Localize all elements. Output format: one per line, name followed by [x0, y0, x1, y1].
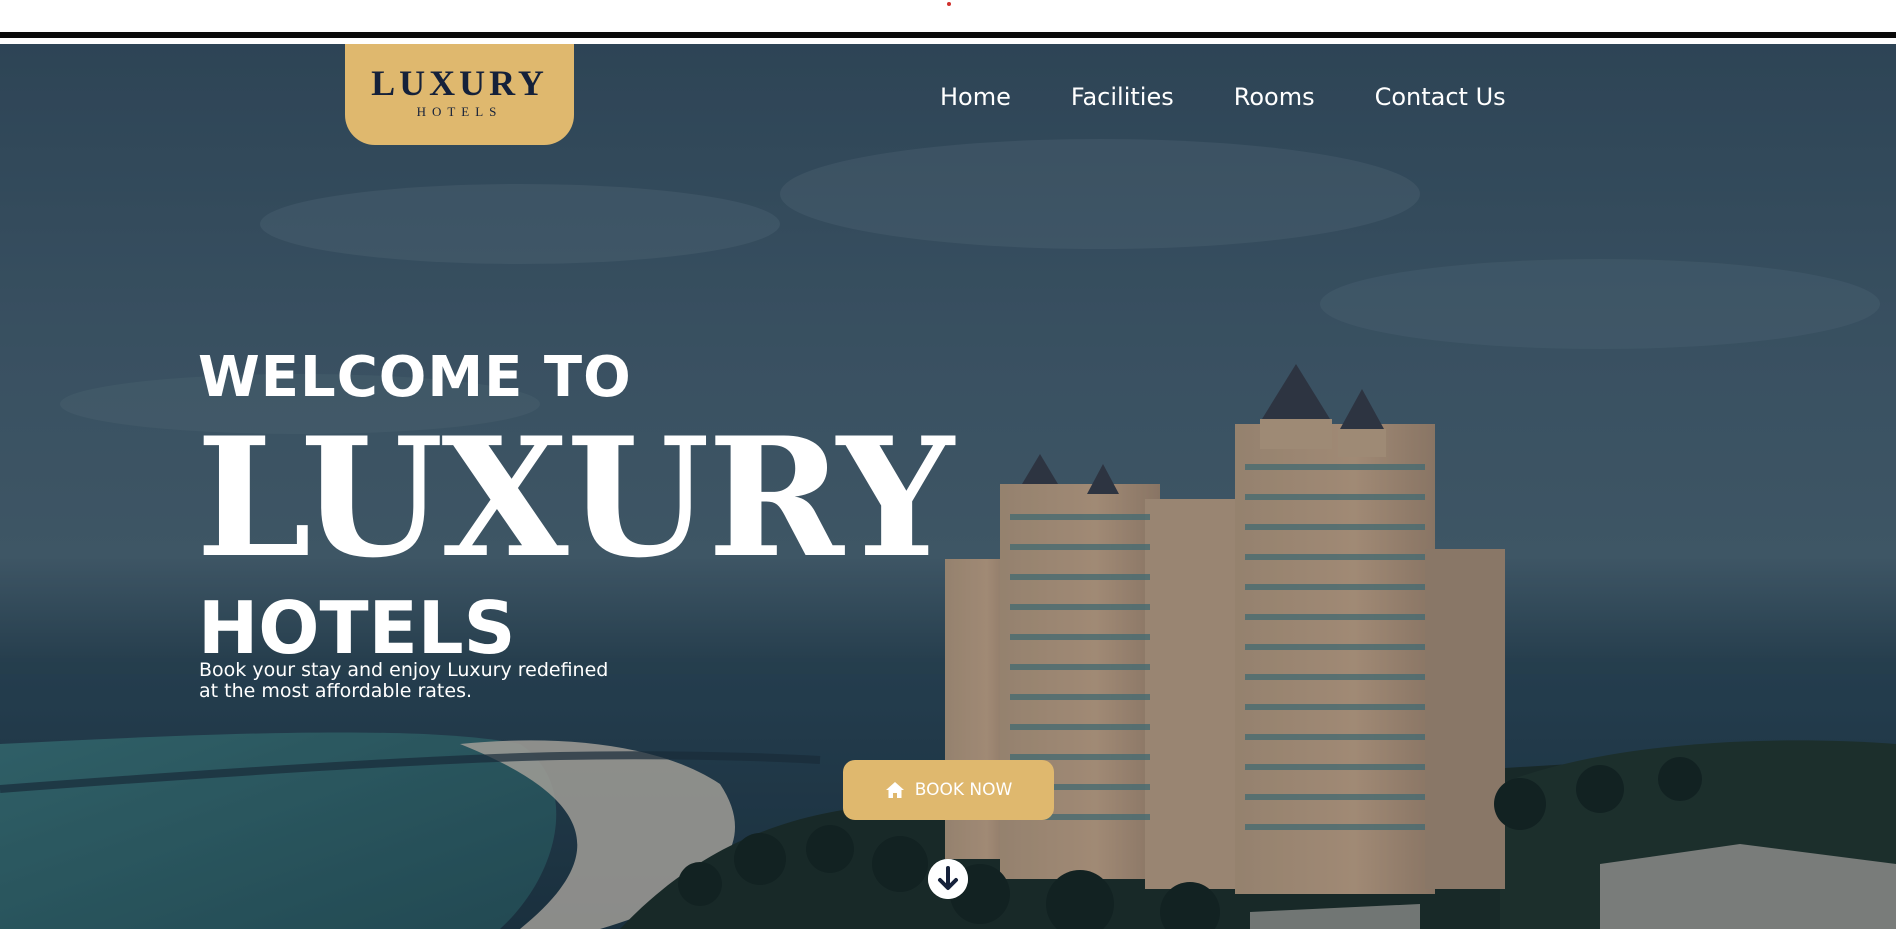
top-strip [0, 0, 1896, 38]
nav-link-home[interactable]: Home [940, 82, 1011, 112]
nav-link-rooms[interactable]: Rooms [1234, 82, 1315, 112]
arrow-down-circle-icon [928, 859, 968, 899]
nav-link-facilities[interactable]: Facilities [1071, 82, 1174, 112]
site-logo[interactable]: LUXURY HOTELS [345, 44, 574, 145]
nav-link-contact-us[interactable]: Contact Us [1375, 82, 1506, 112]
hero-tagline: Book your stay and enjoy Luxury redefine… [199, 659, 609, 702]
book-now-label: BOOK NOW [914, 780, 1013, 800]
logo-subtitle: HOTELS [416, 104, 503, 119]
home-icon [885, 782, 904, 798]
loading-dot-icon [947, 2, 951, 6]
main-nav: Home Facilities Rooms Contact Us [940, 82, 1506, 112]
logo-wordmark: LUXURY [371, 63, 548, 103]
scroll-down-button[interactable] [928, 859, 968, 899]
book-now-button[interactable]: BOOK NOW [843, 760, 1054, 820]
hero-subtitle: HOTELS [198, 586, 516, 670]
hero-section: LUXURY HOTELS Home Facilities Rooms Cont… [0, 44, 1896, 929]
hero-title: LUXURY [196, 401, 954, 594]
